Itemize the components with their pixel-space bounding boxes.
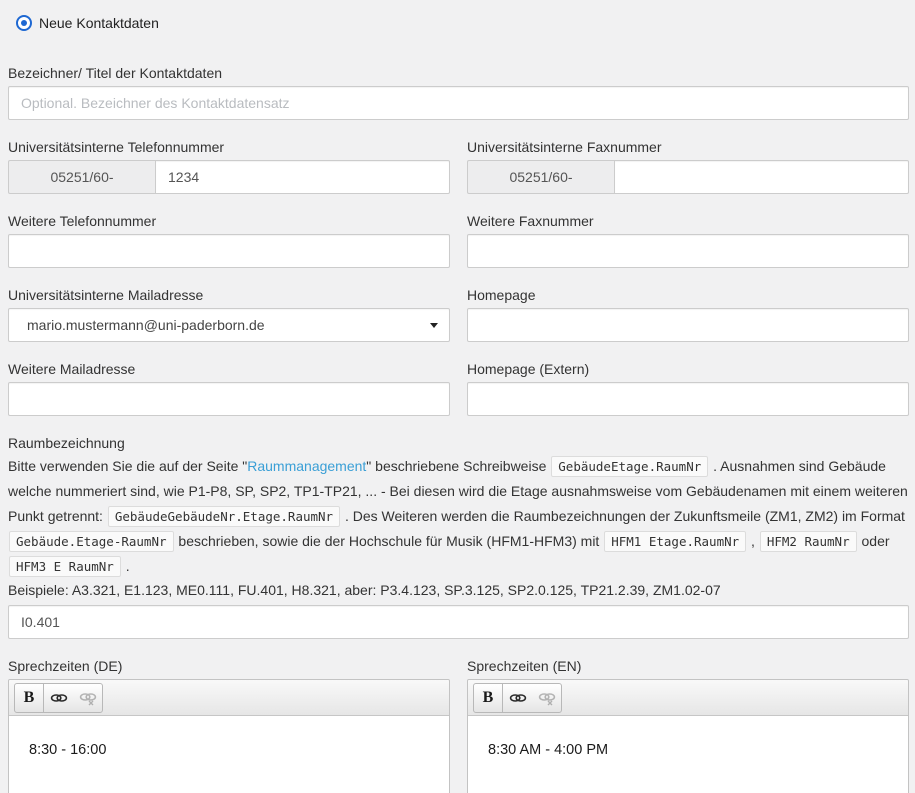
tel-intern-label: Universitätsinterne Telefonnummer — [8, 139, 450, 156]
contact-form: Neue Kontaktdaten Bezeichner/ Titel der … — [0, 0, 915, 793]
code-snippet: GebäudeGebäudeNr.Etage.RaumNr — [108, 506, 340, 527]
tel-intern-input[interactable] — [155, 160, 450, 194]
bezeichner-label: Bezeichner/ Titel der Kontaktdaten — [8, 65, 908, 82]
code-snippet: Gebäude.Etage-RaumNr — [9, 531, 174, 552]
raum-help-text: Bitte verwenden Sie die auf der Seite "R… — [8, 454, 909, 579]
editor-toolbar: B — [468, 680, 908, 716]
code-snippet: HFM3 E RaumNr — [9, 556, 121, 577]
raum-input[interactable] — [8, 605, 909, 639]
homepage-label: Homepage — [467, 287, 909, 304]
link-button[interactable] — [503, 684, 532, 712]
homepage-extern-label: Homepage (Extern) — [467, 361, 909, 378]
dropdown-caret-icon — [430, 323, 438, 328]
help-text-segment: , — [747, 533, 759, 549]
help-text-segment: Bitte verwenden Sie die auf der Seite " — [8, 458, 247, 474]
unlink-button — [532, 684, 561, 712]
code-snippet: GebäudeEtage.RaumNr — [551, 456, 708, 477]
mail-weitere-input[interactable] — [8, 382, 450, 416]
tel-weitere-input[interactable] — [8, 234, 450, 268]
fax-prefix-addon: 05251/60- — [467, 160, 614, 194]
unlink-icon — [538, 690, 556, 706]
mail-select[interactable]: mario.mustermann@uni-paderborn.de — [8, 308, 450, 342]
radio-label: Neue Kontaktdaten — [39, 15, 159, 31]
mail-select-value: mario.mustermann@uni-paderborn.de — [27, 317, 265, 333]
radio-button-neue-kontaktdaten[interactable] — [16, 15, 32, 31]
tel-prefix-addon: 05251/60- — [8, 160, 155, 194]
fax-intern-input[interactable] — [614, 160, 909, 194]
bezeichner-input[interactable] — [8, 86, 909, 120]
sprechzeiten-de-label: Sprechzeiten (DE) — [8, 658, 450, 675]
help-text-segment: oder — [858, 533, 890, 549]
code-snippet: HFM1 Etage.RaumNr — [604, 531, 746, 552]
homepage-input[interactable] — [467, 308, 909, 342]
link-icon — [509, 690, 527, 706]
raum-label: Raumbezeichnung — [8, 435, 908, 452]
unlink-button — [73, 684, 102, 712]
radio-row-neue-kontaktdaten: Neue Kontaktdaten — [16, 14, 908, 32]
link-icon — [50, 690, 68, 706]
sprechzeiten-de-content[interactable]: 8:30 - 16:00 — [9, 716, 449, 793]
unlink-icon — [79, 690, 97, 706]
help-text-segment: . — [122, 558, 130, 574]
bold-button[interactable]: B — [15, 684, 44, 712]
help-text-segment: " beschriebene Schreibweise — [366, 458, 550, 474]
sprechzeiten-en-editor: B — [467, 679, 909, 793]
bold-button[interactable]: B — [474, 684, 503, 712]
sprechzeiten-de-editor: B — [8, 679, 450, 793]
fax-intern-label: Universitätsinterne Faxnummer — [467, 139, 909, 156]
editor-toolbar: B — [9, 680, 449, 716]
fax-weitere-label: Weitere Faxnummer — [467, 213, 909, 230]
sprechzeiten-en-label: Sprechzeiten (EN) — [467, 658, 909, 675]
raummanagement-link[interactable]: Raummanagement — [247, 458, 366, 474]
help-text-segment: . Des Weiteren werden die Raumbezeichnun… — [341, 508, 905, 524]
homepage-extern-input[interactable] — [467, 382, 909, 416]
mail-weitere-label: Weitere Mailadresse — [8, 361, 450, 378]
help-text-segment: beschrieben, sowie die der Hochschule fü… — [175, 533, 604, 549]
tel-weitere-label: Weitere Telefonnummer — [8, 213, 450, 230]
mail-intern-label: Universitätsinterne Mailadresse — [8, 287, 450, 304]
raum-examples: Beispiele: A3.321, E1.123, ME0.111, FU.4… — [8, 582, 908, 599]
sprechzeiten-en-content[interactable]: 8:30 AM - 4:00 PM — [468, 716, 908, 793]
link-button[interactable] — [44, 684, 73, 712]
code-snippet: HFM2 RaumNr — [760, 531, 857, 552]
fax-weitere-input[interactable] — [467, 234, 909, 268]
